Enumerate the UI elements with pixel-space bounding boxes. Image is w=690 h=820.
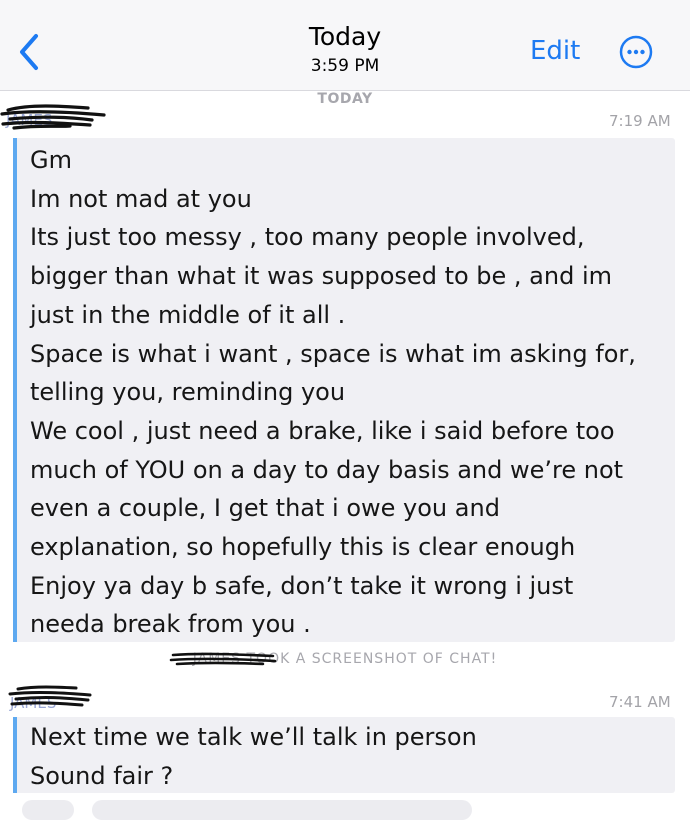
message-line: explanation, so hopefully this is clear … [30,533,576,562]
notice-text: TOOK A SCREENSHOT OF CHAT! [246,651,498,667]
sender-color-bar [13,138,17,642]
message-bubble[interactable]: Next time we talk we’ll talk in person So… [13,717,675,793]
message-line: Gm [30,146,72,174]
message-line: just in the middle of it all . [30,300,346,329]
chat-header: Today 3:59 PM Edit [0,0,690,91]
message-line: telling you, reminding you [30,378,346,407]
message-line: Enjoy ya day b safe, don’t take it wrong… [30,571,574,600]
message-line: Sound fair ? [30,761,174,790]
message-text: Gm Im not mad at you Its just too messy , … [30,141,636,644]
page-title: Today [308,22,382,51]
page-subtitle-time: 3:59 PM [310,56,380,76]
message-line: even a couple, I get that i owe you and [30,494,500,523]
redaction-scribble [0,104,106,130]
message-line: Next time we talk we’ll talk in person [30,723,477,751]
redaction-scribble [169,652,277,666]
message-bubble[interactable]: Gm Im not mad at you Its just too messy , … [13,138,675,642]
message-line: Its just too messy , too many people inv… [30,223,585,252]
redaction-scribble [8,685,92,707]
message-line: Im not mad at you [30,184,252,213]
chat-input[interactable] [92,800,472,820]
more-options-button[interactable] [619,35,653,69]
sender-color-bar [13,717,17,793]
camera-button[interactable] [22,800,74,820]
screenshot-notice: JAMES TOOK A SCREENSHOT OF CHAT! [0,651,690,667]
message-line: We cool , just need a brake, like i said… [30,416,615,445]
message-line: much of YOU on a day to day basis and we… [30,455,624,484]
message-text: Next time we talk we’ll talk in person So… [30,718,477,795]
message-line: bigger than what it was supposed to be ,… [30,262,612,291]
message-line: Space is what i want , space is what im … [30,339,636,368]
edit-button[interactable]: Edit [530,36,580,66]
message-time: 7:41 AM [609,693,671,711]
message-line: needa break from you . [30,610,311,639]
message-time: 7:19 AM [609,112,671,130]
ellipsis-circle-icon [619,35,653,69]
